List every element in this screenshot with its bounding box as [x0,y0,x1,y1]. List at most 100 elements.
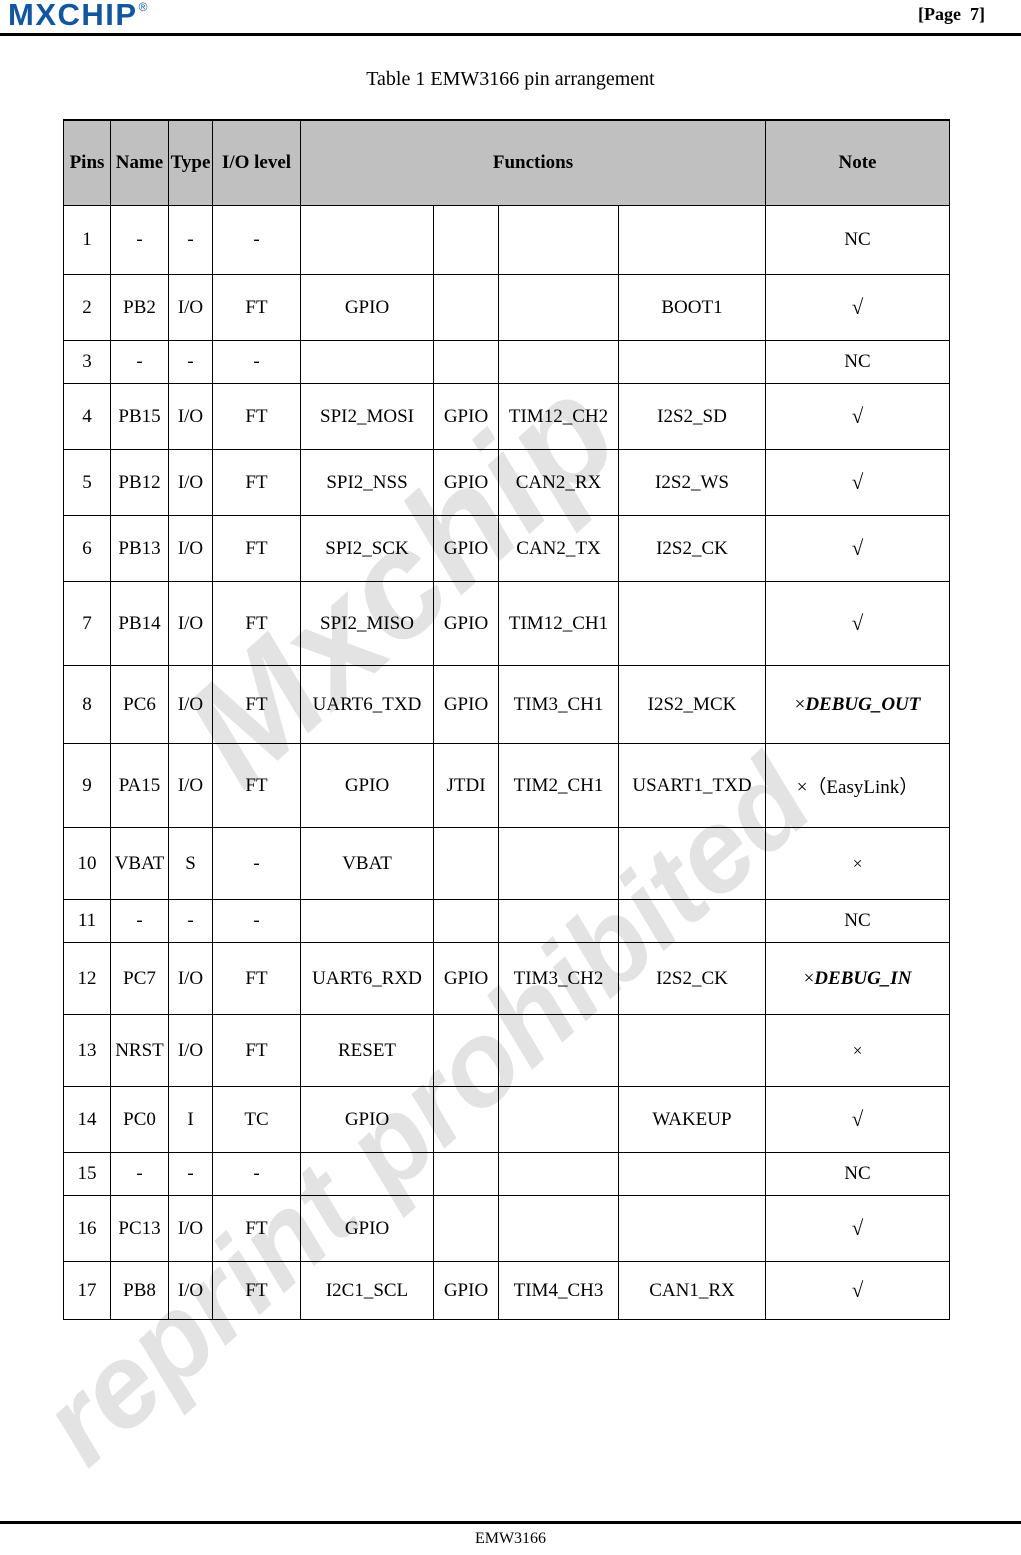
column-header-pins: Pins [63,119,111,206]
footer-divider [0,1521,1021,1524]
cell-function-3 [498,1195,619,1262]
cell-function-3: TIM12_CH2 [498,383,619,450]
cell-pins: 2 [63,274,111,341]
cell-function-2: GPIO [433,581,499,666]
cell-function-3 [498,827,619,900]
cell-function-3 [498,274,619,341]
cell-name: PB15 [110,383,169,450]
cell-note: ×DEBUG_IN [765,942,950,1015]
note-label: ×（EasyLink） [796,777,919,798]
cell-note: NC [765,1152,950,1196]
cell-function-3: TIM3_CH1 [498,665,619,744]
cell-pins: 14 [63,1086,111,1153]
cell-type: I/O [168,1195,213,1262]
cell-function-1 [300,340,434,384]
table-row: 2 PB2 I/O FT GPIO BOOT1 √ [63,274,950,341]
cell-type: I/O [168,1014,213,1087]
cell-function-4: I2S2_WS [618,449,766,516]
cell-type: I/O [168,515,213,582]
column-header-name: Name [110,119,169,206]
cell-function-2: GPIO [433,515,499,582]
cell-type: I/O [168,581,213,666]
registered-trademark-icon: ® [138,0,148,14]
column-header-type: Type [168,119,213,206]
cell-name: PC7 [110,942,169,1015]
note-label: NC [844,229,871,250]
note-label: NC [844,351,871,372]
cell-function-4: WAKEUP [618,1086,766,1153]
cell-function-1: SPI2_MISO [300,581,434,666]
logo-wordmark: MXCHIP [8,0,138,32]
cell-name: - [110,899,169,943]
cell-name: PB2 [110,274,169,341]
cell-io-level: FT [212,581,301,666]
cell-function-2: GPIO [433,942,499,1015]
cell-type: - [168,205,213,275]
cell-function-4: CAN1_RX [618,1261,766,1320]
cell-function-4 [618,899,766,943]
header-divider [0,33,1021,36]
cell-function-3: CAN2_TX [498,515,619,582]
cell-io-level: FT [212,383,301,450]
note-label: DEBUG_OUT [805,693,921,715]
page-header: MXCHIP ® [Page 7] [0,0,1021,38]
cell-io-level: FT [212,743,301,828]
cell-function-1: VBAT [300,827,434,900]
cell-pins: 10 [63,827,111,900]
cell-note: √ [765,449,950,516]
cell-pins: 13 [63,1014,111,1087]
note-label: √ [851,1216,864,1240]
table-row: 13 NRST I/O FT RESET × [63,1014,950,1087]
cell-io-level: FT [212,665,301,744]
cell-function-1: SPI2_SCK [300,515,434,582]
cell-function-4: I2S2_CK [618,942,766,1015]
cell-function-1 [300,1152,434,1196]
cell-type: - [168,899,213,943]
cell-note: √ [765,1195,950,1262]
cell-type: I [168,1086,213,1153]
column-header-functions: Functions [300,119,766,206]
cell-function-4 [618,1195,766,1262]
cell-function-1: SPI2_MOSI [300,383,434,450]
cell-type: I/O [168,449,213,516]
cell-function-1: RESET [300,1014,434,1087]
cell-note: × [765,827,950,900]
cell-pins: 6 [63,515,111,582]
cell-function-4 [618,1014,766,1087]
cell-function-2: GPIO [433,383,499,450]
note-label: × [852,1040,863,1060]
note-label: √ [851,1107,864,1131]
cell-function-4 [618,827,766,900]
cell-note: √ [765,274,950,341]
note-label: × [852,853,863,873]
cell-function-1: GPIO [300,1086,434,1153]
cell-function-2: GPIO [433,449,499,516]
cell-note: √ [765,1261,950,1320]
table-header: Pins Name Type I/O level Functions Note [63,119,950,206]
cell-function-1: GPIO [300,743,434,828]
cell-function-2 [433,1014,499,1087]
cell-note: × [765,1014,950,1087]
cell-name: VBAT [110,827,169,900]
cell-function-1: GPIO [300,1195,434,1262]
cell-function-4: I2S2_SD [618,383,766,450]
cell-function-3: TIM4_CH3 [498,1261,619,1320]
cell-io-level: FT [212,1195,301,1262]
cell-function-2: GPIO [433,665,499,744]
cell-name: PB12 [110,449,169,516]
cell-function-1: UART6_RXD [300,942,434,1015]
cell-function-4: BOOT1 [618,274,766,341]
cell-function-2 [433,1195,499,1262]
cell-function-2 [433,274,499,341]
cell-function-3: TIM3_CH2 [498,942,619,1015]
cell-function-2 [433,205,499,275]
table-body: 1- - - NC 2 PB2 I/O FT GPIO BOOT1 √ 3- - - NC 4 PB15 I/O F… [63,205,950,1320]
cell-type: - [168,340,213,384]
cell-type: I/O [168,383,213,450]
table-row: 14 PC0 I TC GPIO WAKEUP √ [63,1086,950,1153]
cell-function-3 [498,205,619,275]
cell-io-level: FT [212,515,301,582]
cell-name: PB13 [110,515,169,582]
cell-pins: 17 [63,1261,111,1320]
note-label: √ [851,536,864,560]
